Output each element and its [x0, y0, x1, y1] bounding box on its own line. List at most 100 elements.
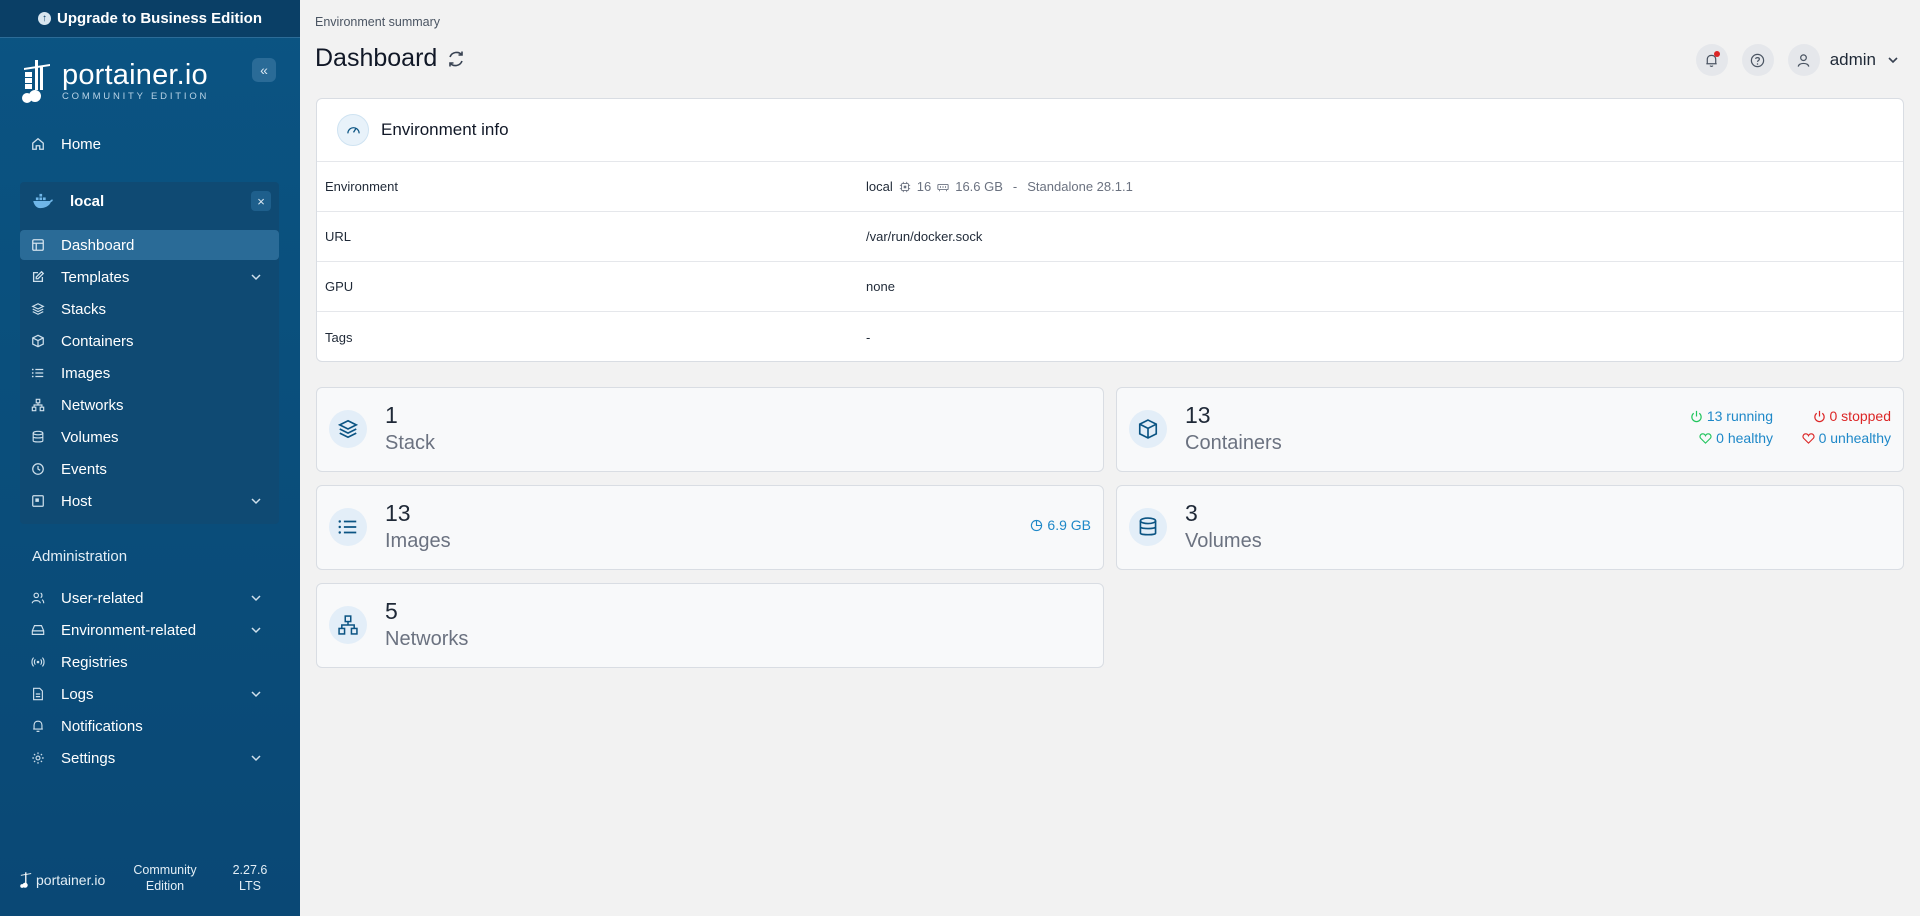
layers-icon [31, 303, 45, 315]
box-icon [32, 334, 44, 348]
chevron-down-icon [251, 627, 261, 634]
heart-icon [1802, 432, 1815, 444]
collapse-sidebar-button[interactable]: « [252, 58, 276, 82]
bell-icon [33, 720, 43, 733]
sidebar-item-user-related[interactable]: User-related [20, 583, 279, 613]
database-icon [1129, 508, 1167, 546]
environment-info-card: Environment info Environment local 16 16… [316, 98, 1904, 362]
running-count: 13 running [1706, 408, 1773, 424]
table-row: Tags - [317, 312, 1903, 362]
stopped-count: 0 stopped [1829, 408, 1892, 424]
stack-card[interactable]: 1 Stack [316, 387, 1104, 472]
sidebar-item-containers[interactable]: Containers [20, 326, 279, 356]
sidebar-item-label: Host [61, 492, 92, 510]
refresh-icon[interactable] [447, 50, 465, 68]
networks-label: Networks [385, 628, 469, 650]
top-actions: admin [1695, 44, 1900, 76]
sidebar-item-host[interactable]: Host [20, 486, 279, 516]
sidebar-item-volumes[interactable]: Volumes [20, 422, 279, 452]
sidebar-item-label: Events [61, 460, 107, 478]
sidebar-item-events[interactable]: Events [20, 454, 279, 484]
volumes-count: 3 [1185, 500, 1198, 526]
sidebar-item-home[interactable]: Home [20, 129, 279, 159]
networks-card[interactable]: 5 Networks [316, 583, 1104, 668]
brand-logo[interactable]: portainer.io COMMUNITY EDITION [20, 58, 209, 104]
volumes-label: Volumes [1185, 530, 1262, 552]
power-icon [1813, 410, 1825, 422]
row-value: local 16 16.6 GB - Standalone 28.1.1 [866, 179, 1133, 194]
row-key: GPU [325, 279, 354, 294]
user-menu[interactable]: admin [1787, 44, 1900, 76]
images-size: 6.9 GB [1030, 517, 1091, 533]
running-status: 13 running [1690, 408, 1773, 424]
containers-card[interactable]: 13 Containers 13 running 0 stopped 0 hea… [1116, 387, 1904, 472]
images-count: 13 [385, 500, 411, 526]
power-icon [1691, 410, 1702, 422]
sidebar-footer: portainer.io Community Edition 2.27.6 LT… [20, 862, 290, 898]
volumes-card[interactable]: 3 Volumes [1116, 485, 1904, 570]
sidebar-item-stacks[interactable]: Stacks [20, 294, 279, 324]
stack-count: 1 [385, 402, 398, 428]
network-icon [31, 398, 45, 412]
layers-icon [329, 410, 367, 448]
arrow-up-icon: ↑ [37, 12, 51, 25]
images-size-value: 6.9 GB [1047, 517, 1091, 533]
brand-edition: COMMUNITY EDITION [62, 90, 210, 102]
sidebar-item-templates[interactable]: Templates [20, 262, 279, 292]
chevron-down-icon [1888, 57, 1898, 64]
sidebar-item-label: Networks [61, 396, 124, 414]
drive-icon [31, 625, 45, 635]
environment-name: local [866, 179, 893, 194]
pie-chart-icon [1031, 519, 1043, 531]
images-card[interactable]: 13 Images 6.9 GB [316, 485, 1104, 570]
heart-icon [1699, 432, 1712, 444]
row-value: /var/run/docker.sock [866, 229, 983, 244]
sidebar-item-label: User-related [61, 589, 144, 607]
sidebar-item-label: Containers [61, 332, 134, 350]
database-icon [32, 430, 44, 443]
stopped-status: 0 stopped [1813, 408, 1892, 424]
help-button[interactable] [1741, 44, 1774, 76]
sidebar-item-label: Notifications [61, 717, 143, 735]
brand-name: portainer.io [62, 58, 208, 91]
chevron-down-icon [251, 274, 261, 281]
network-icon [329, 606, 367, 644]
chevron-down-icon [251, 595, 261, 602]
row-key: URL [325, 229, 352, 244]
upgrade-banner[interactable]: ↑ Upgrade to Business Edition [0, 0, 300, 38]
close-environment-button[interactable]: × [251, 191, 271, 211]
memory-icon [937, 183, 949, 191]
sidebar-item-images[interactable]: Images [20, 358, 279, 388]
sidebar-item-registries[interactable]: Registries [20, 647, 279, 677]
sidebar-item-settings[interactable]: Settings [20, 743, 279, 773]
stack-label: Stack [385, 432, 436, 454]
portainer-logo-icon [22, 60, 50, 103]
portainer-logo-icon [20, 872, 32, 888]
page-title-text: Dashboard [315, 44, 438, 72]
cpu-icon [899, 181, 910, 192]
file-icon [33, 687, 43, 701]
box-icon [1129, 410, 1167, 448]
row-value: - [866, 329, 871, 345]
footer-version-tag: LTS [239, 879, 261, 893]
footer-version-number: 2.27.6 [232, 863, 268, 877]
sidebar-item-environment-related[interactable]: Environment-related [20, 615, 279, 645]
sidebar-item-label: Environment-related [61, 621, 197, 639]
users-icon [31, 592, 45, 604]
table-row: Environment local 16 16.6 GB - Standalon… [317, 162, 1903, 212]
images-label: Images [385, 530, 451, 552]
notifications-button[interactable] [1695, 44, 1728, 76]
sidebar-item-notifications[interactable]: Notifications [20, 711, 279, 741]
upgrade-label: Upgrade to Business Edition [56, 10, 263, 27]
sidebar-item-label: Templates [61, 268, 130, 286]
sidebar-item-logs[interactable]: Logs [20, 679, 279, 709]
separator: - [1012, 179, 1018, 194]
row-key: Tags [325, 329, 353, 345]
sidebar-item-dashboard[interactable]: Dashboard [20, 230, 279, 260]
healthy-count: 0 healthy [1716, 430, 1773, 446]
sidebar-item-networks[interactable]: Networks [20, 390, 279, 420]
home-icon [32, 137, 44, 150]
notification-dot [1713, 51, 1720, 57]
breadcrumb: Environment summary [315, 15, 441, 29]
containers-label: Containers [1185, 432, 1282, 454]
